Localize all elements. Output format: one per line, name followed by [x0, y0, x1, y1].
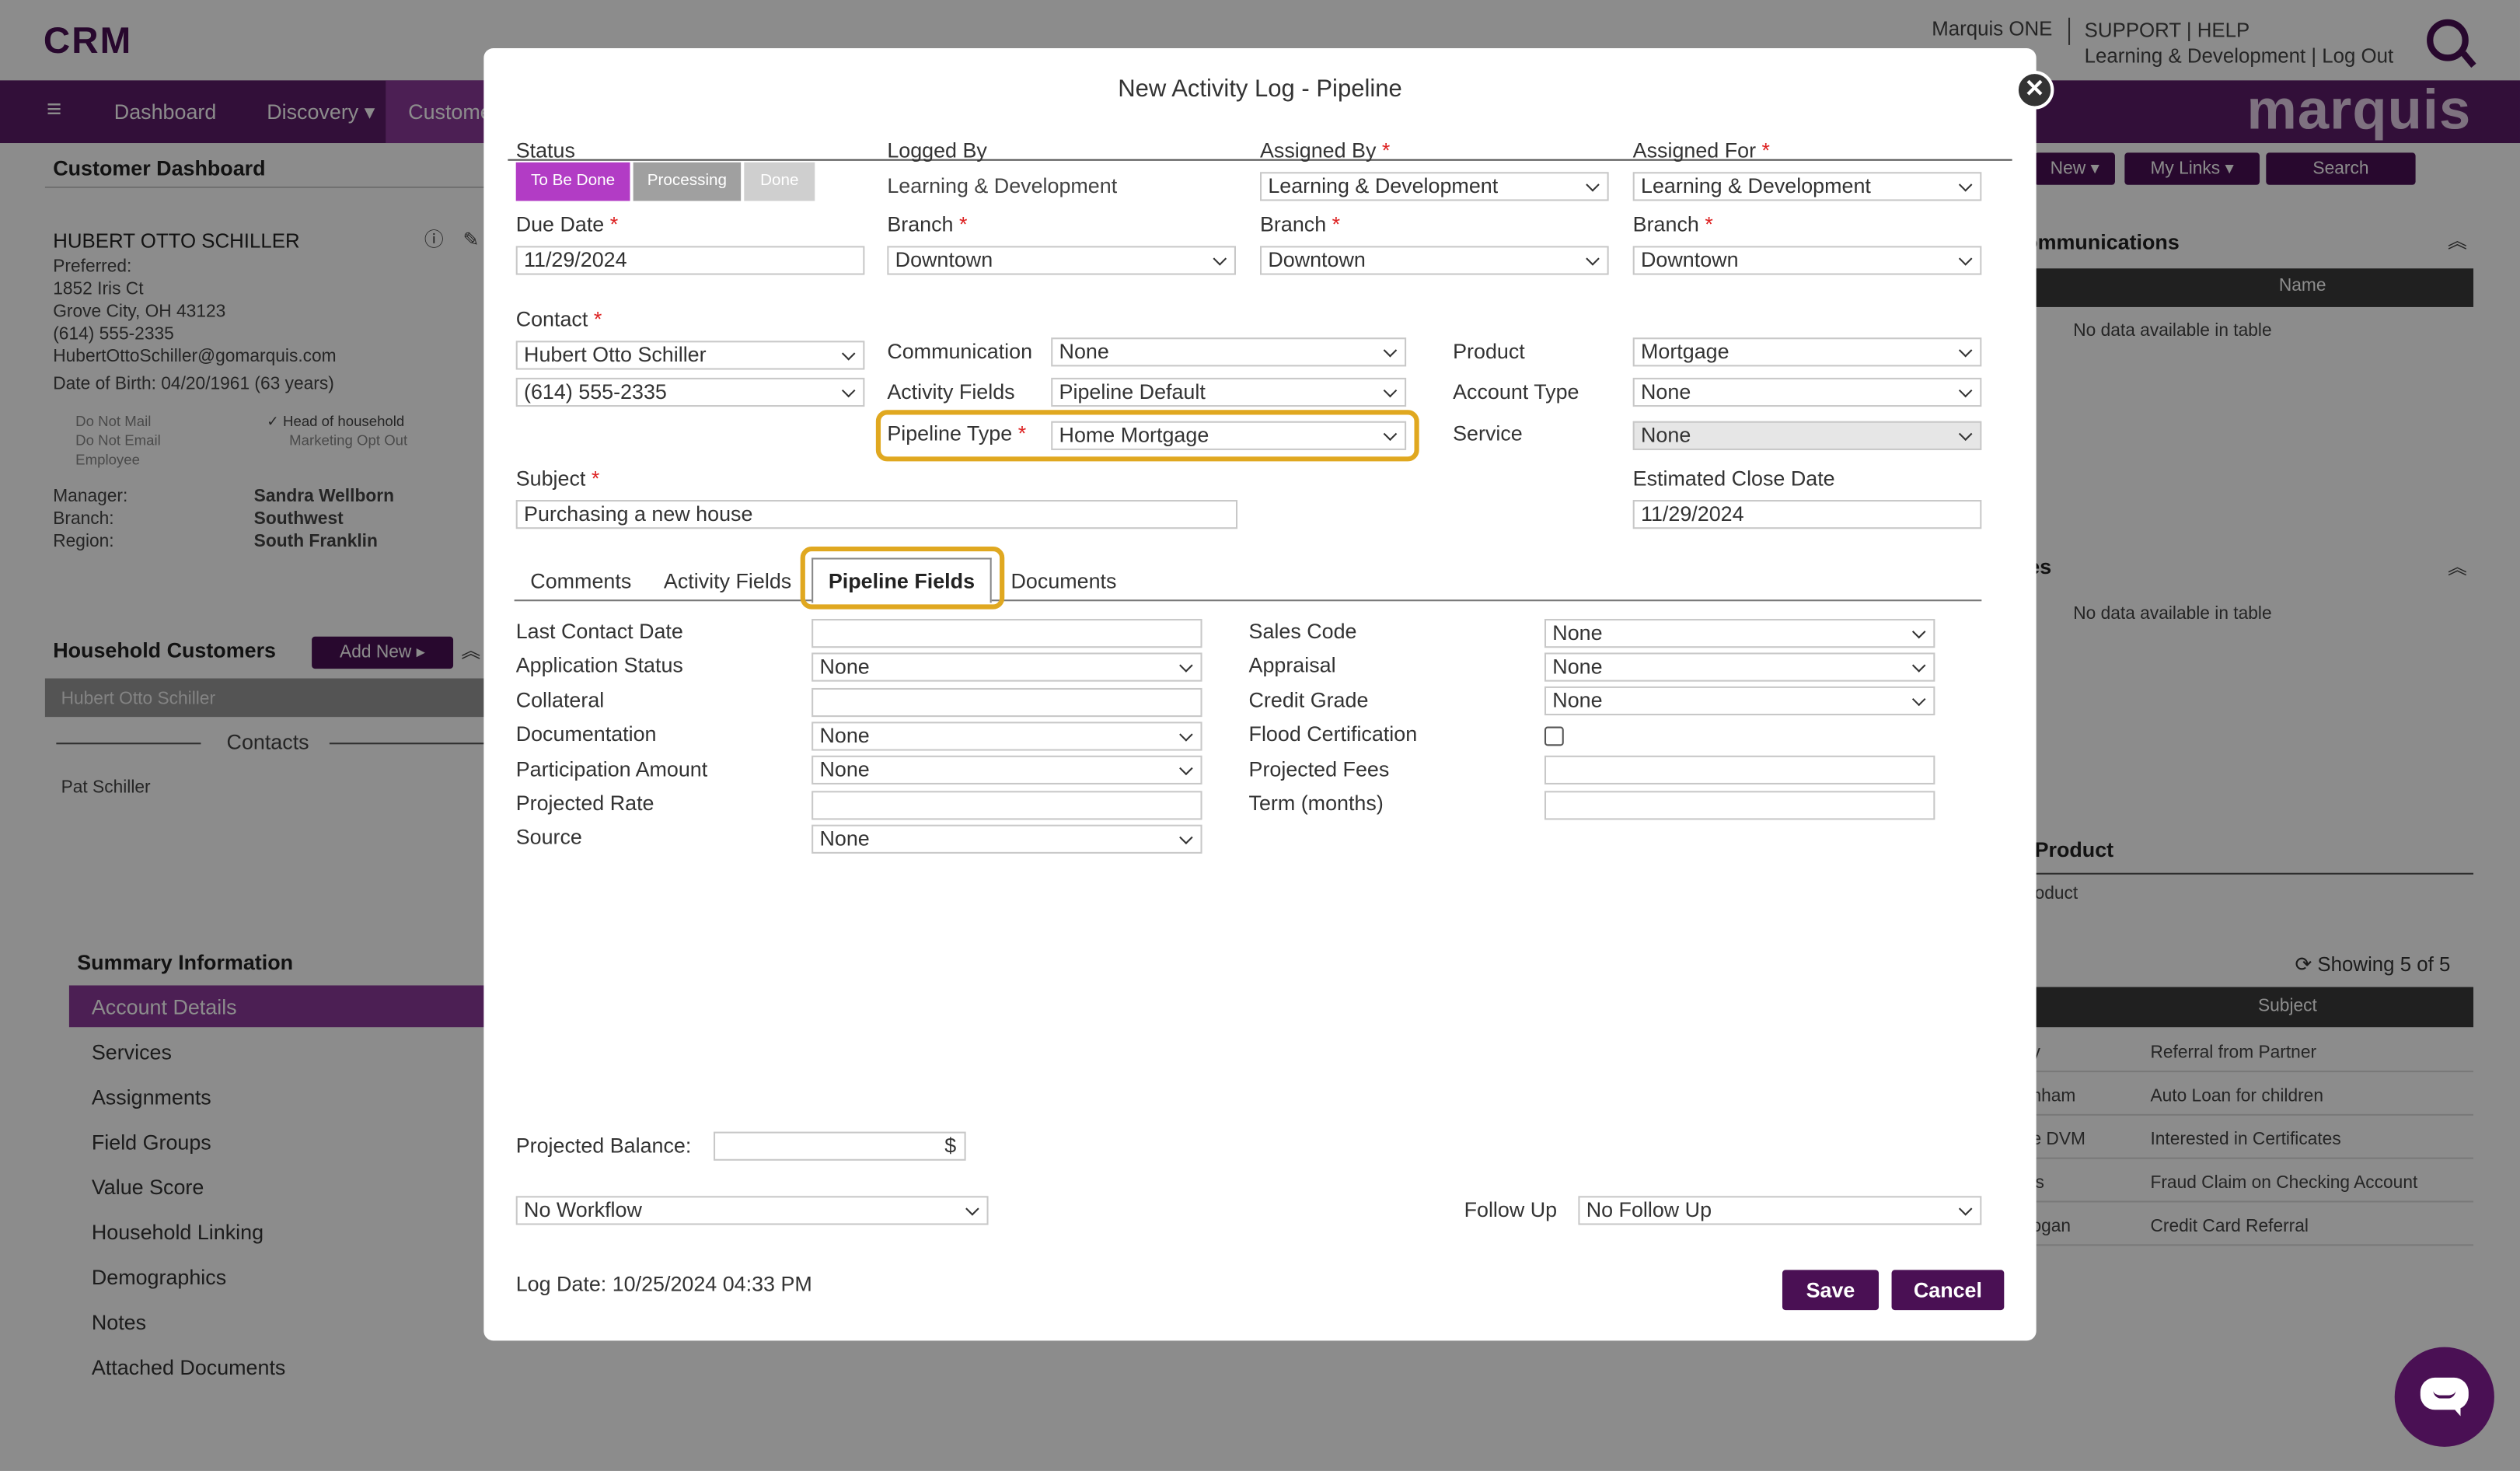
- estimated-close-date-input[interactable]: 11/29/2024: [1632, 500, 1982, 529]
- contact-phone-select[interactable]: (614) 555-2335: [515, 377, 865, 407]
- collateral-input[interactable]: [811, 687, 1202, 718]
- projected-rate-label: Projected Rate: [515, 791, 654, 816]
- product-label: Product: [1453, 339, 1525, 364]
- flood-certification-label: Flood Certification: [1248, 722, 1418, 746]
- application-status-label: Application Status: [515, 652, 683, 677]
- branch-label: Branch *: [1259, 211, 1341, 236]
- credit-grade-select[interactable]: None: [1544, 686, 1935, 716]
- workflow-select[interactable]: No Workflow: [515, 1196, 989, 1225]
- participation-amount-label: Participation Amount: [515, 756, 708, 781]
- documentation-select[interactable]: None: [811, 722, 1202, 751]
- required-asterisk: *: [1017, 421, 1027, 445]
- tab-comments[interactable]: Comments: [530, 569, 631, 593]
- sales-code-select[interactable]: None: [1544, 619, 1935, 648]
- status-processing-button[interactable]: Processing: [633, 162, 742, 201]
- logged-by-label: Logged By: [887, 138, 987, 162]
- subject-input[interactable]: Purchasing a new house: [515, 500, 1238, 529]
- assigned-by-branch-select[interactable]: Downtown: [1259, 246, 1609, 275]
- assigned-for-label: Assigned For *: [1632, 138, 1771, 162]
- save-button[interactable]: Save: [1782, 1270, 1880, 1311]
- log-date-text: Log Date: 10/25/2024 04:33 PM: [515, 1271, 812, 1296]
- contact-select[interactable]: Hubert Otto Schiller: [515, 341, 865, 370]
- pipeline-type-label: Pipeline Type *: [887, 421, 1027, 445]
- activity-fields-label: Activity Fields: [887, 379, 1015, 404]
- required-asterisk: *: [591, 466, 600, 491]
- term-months-label: Term (months): [1248, 791, 1384, 816]
- flood-certification-checkbox[interactable]: [1544, 726, 1564, 746]
- communication-label: Communication: [887, 339, 1033, 364]
- communication-select[interactable]: None: [1051, 337, 1407, 367]
- last-contact-date-label: Last Contact Date: [515, 619, 683, 644]
- due-date-input[interactable]: 11/29/2024: [515, 246, 865, 275]
- due-date-label: Due Date *: [515, 211, 619, 236]
- status-to-be-done-button[interactable]: To Be Done: [515, 162, 630, 201]
- chat-bubble-icon: [2420, 1377, 2469, 1417]
- currency-symbol: $: [944, 1133, 957, 1158]
- logged-by-value: Learning & Development: [887, 173, 1118, 198]
- follow-up-label: Follow Up: [1464, 1197, 1558, 1222]
- screen: CRM Marquis ONE SUPPORT | HELP Learning …: [0, 0, 2520, 1471]
- term-months-input[interactable]: [1544, 791, 1935, 820]
- participation-amount-select[interactable]: None: [811, 755, 1202, 784]
- last-contact-date-input[interactable]: [811, 619, 1202, 648]
- cancel-button[interactable]: Cancel: [1891, 1270, 2005, 1311]
- service-select[interactable]: None: [1632, 421, 1982, 450]
- required-asterisk: *: [593, 306, 602, 331]
- appraisal-label: Appraisal: [1248, 652, 1336, 677]
- tab-bar-rule: [514, 599, 1982, 602]
- appraisal-select[interactable]: None: [1544, 652, 1935, 682]
- account-type-select[interactable]: None: [1632, 377, 1982, 407]
- collateral-label: Collateral: [515, 687, 605, 712]
- source-select[interactable]: None: [811, 824, 1202, 854]
- assigned-for-select[interactable]: Learning & Development: [1632, 172, 1982, 201]
- product-select[interactable]: Mortgage: [1632, 337, 1982, 367]
- close-dialog-button[interactable]: ✕: [2015, 70, 2054, 110]
- tab-documents[interactable]: Documents: [1011, 569, 1117, 593]
- chat-smile-icon: [2433, 1390, 2456, 1399]
- tab-activity-fields[interactable]: Activity Fields: [664, 569, 791, 593]
- source-label: Source: [515, 824, 582, 849]
- sales-code-label: Sales Code: [1248, 619, 1357, 644]
- follow-up-select[interactable]: No Follow Up: [1578, 1196, 1982, 1225]
- service-label: Service: [1453, 421, 1523, 445]
- required-asterisk: *: [1381, 138, 1391, 162]
- required-asterisk: *: [1705, 211, 1713, 236]
- required-asterisk: *: [609, 211, 619, 236]
- required-asterisk: *: [1761, 138, 1771, 162]
- contact-label: Contact *: [515, 306, 602, 331]
- assigned-by-label: Assigned By *: [1259, 138, 1391, 162]
- credit-grade-label: Credit Grade: [1248, 687, 1369, 712]
- branch-label: Branch *: [1632, 211, 1713, 236]
- dialog-title: New Activity Log - Pipeline: [1118, 75, 1402, 103]
- subject-label: Subject *: [515, 466, 600, 491]
- projected-fees-label: Projected Fees: [1248, 756, 1390, 781]
- projected-balance-input[interactable]: $: [714, 1131, 966, 1161]
- pipeline-type-select[interactable]: Home Mortgage: [1051, 421, 1407, 450]
- chat-widget-button[interactable]: [2394, 1347, 2494, 1447]
- required-asterisk: *: [959, 211, 968, 236]
- application-status-select[interactable]: None: [811, 652, 1202, 682]
- assigned-by-select[interactable]: Learning & Development: [1259, 172, 1609, 201]
- required-asterisk: *: [1332, 211, 1341, 236]
- branch-label: Branch *: [887, 211, 968, 236]
- status-done-button[interactable]: Done: [744, 162, 815, 201]
- projected-fees-input[interactable]: [1544, 755, 1935, 784]
- projected-balance-label: Projected Balance:: [515, 1133, 692, 1158]
- projected-rate-input[interactable]: [811, 791, 1202, 820]
- assigned-for-branch-select[interactable]: Downtown: [1632, 246, 1982, 275]
- activity-fields-select[interactable]: Pipeline Default: [1051, 377, 1407, 407]
- status-label: Status: [515, 138, 575, 162]
- pipeline-fields-tab-highlight: [800, 546, 1005, 610]
- account-type-label: Account Type: [1453, 379, 1579, 404]
- logged-branch-select[interactable]: Downtown: [887, 246, 1236, 275]
- estimated-close-date-label: Estimated Close Date: [1632, 466, 1835, 491]
- documentation-label: Documentation: [515, 722, 657, 746]
